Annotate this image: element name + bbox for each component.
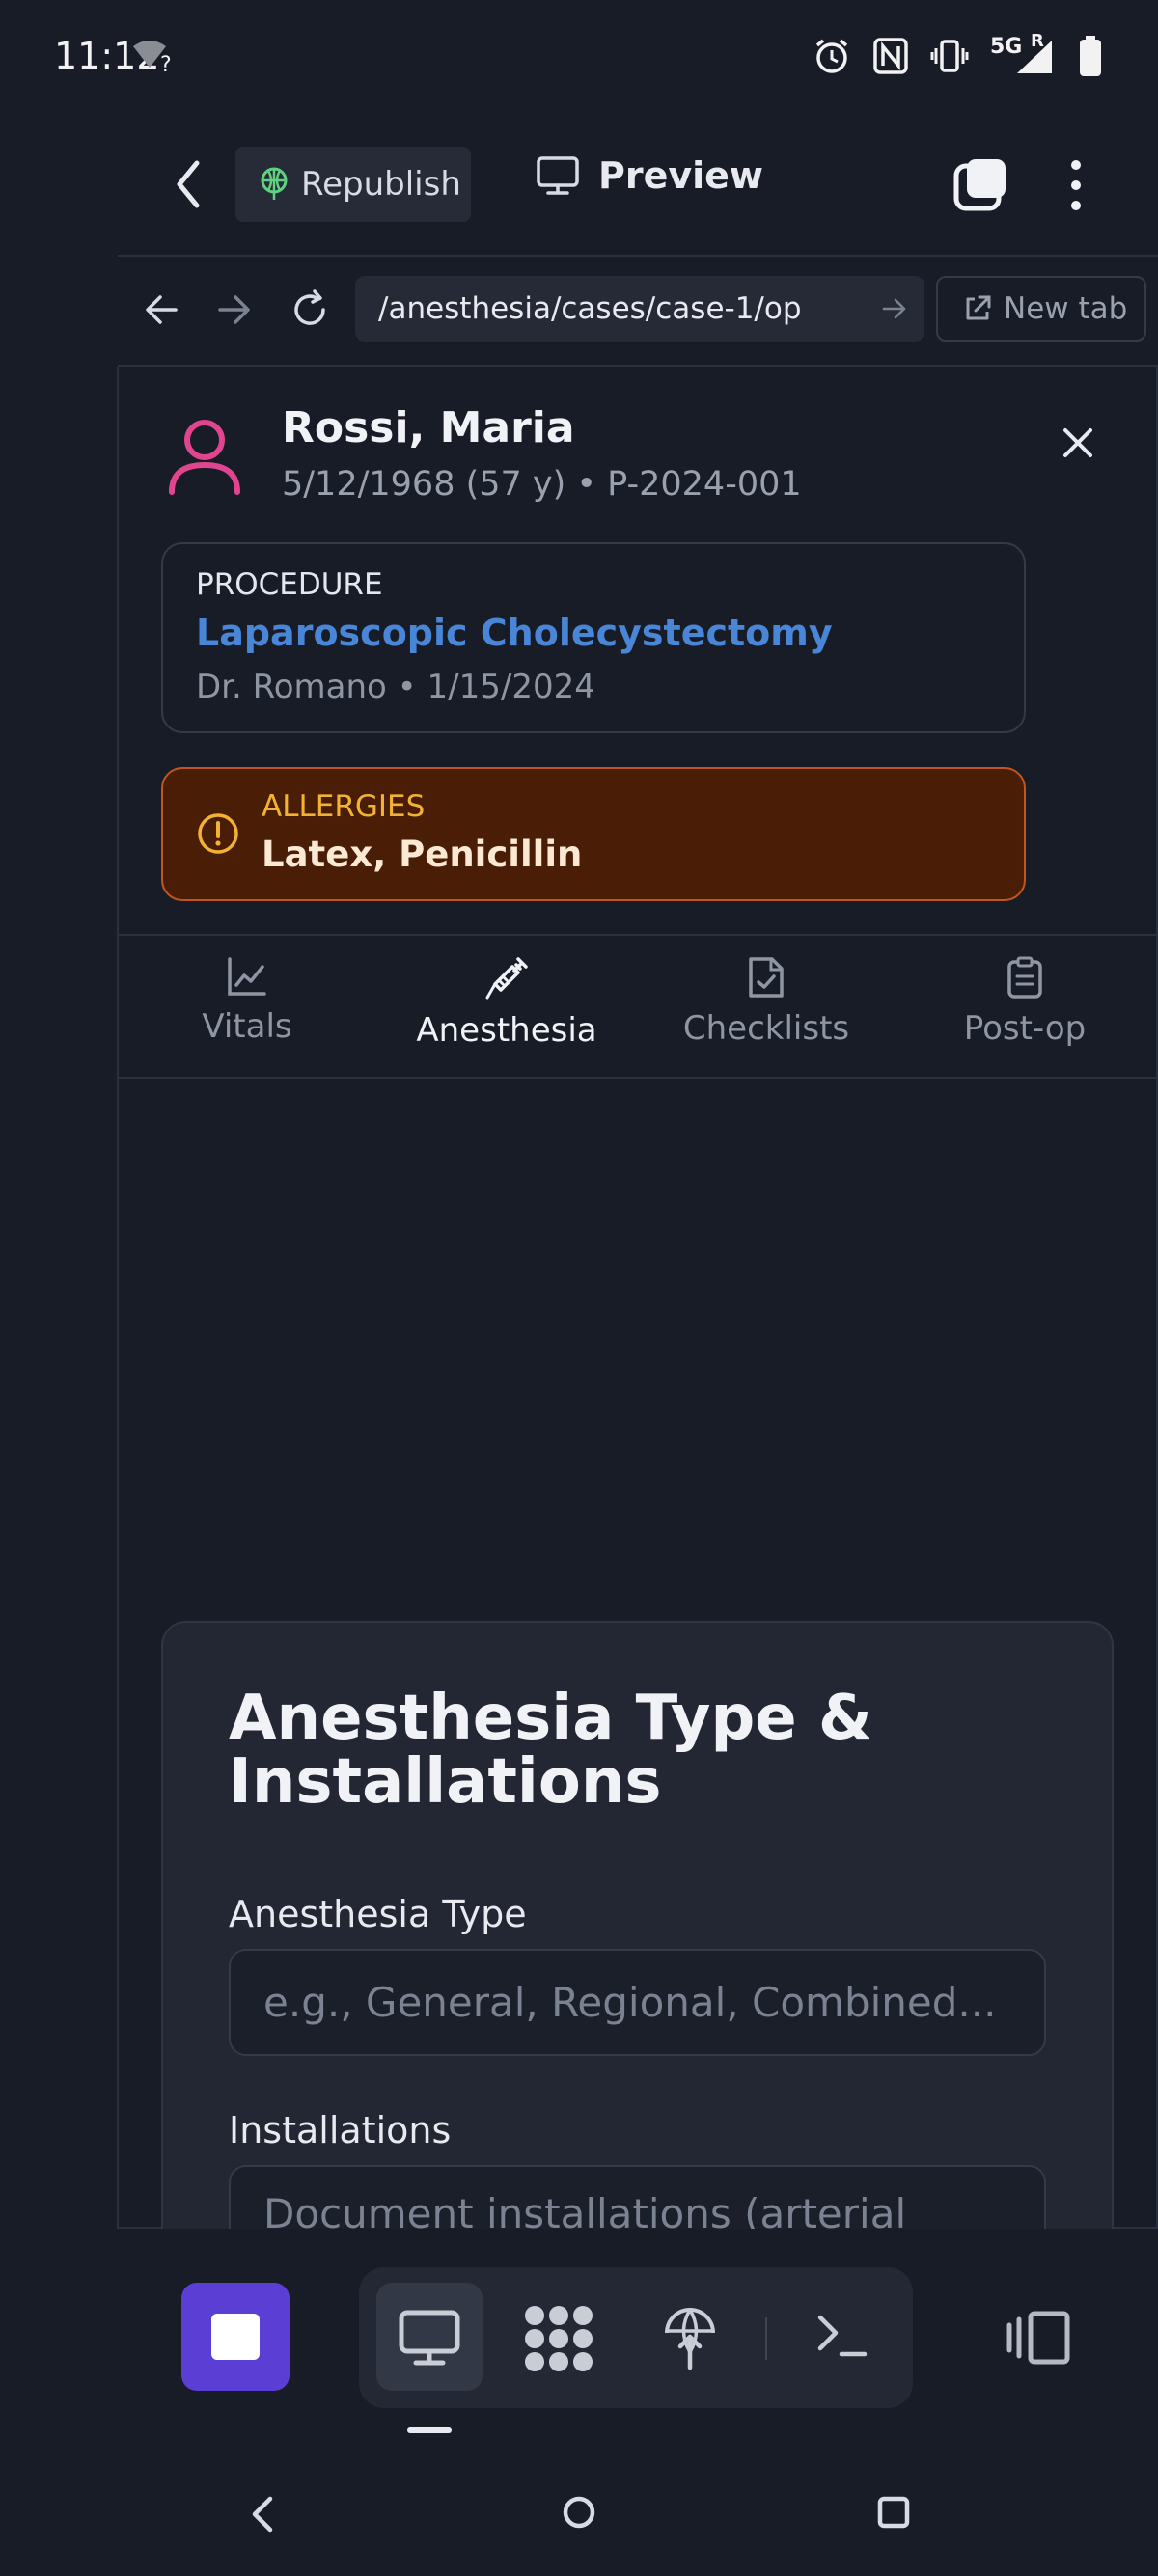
system-recents-icon[interactable] — [876, 2495, 911, 2530]
back-arrow-icon[interactable] — [174, 159, 203, 209]
split-view-icon[interactable] — [1006, 2310, 1071, 2366]
patient-meta: 5/12/1968 (57 y) • P-2024-001 — [282, 465, 802, 504]
signal-icon — [1015, 39, 1054, 75]
reload-icon[interactable] — [290, 289, 330, 330]
tab-vitals[interactable]: Vitals — [131, 955, 363, 1046]
chart-line-icon — [226, 955, 268, 998]
more-vert-icon[interactable] — [1069, 158, 1083, 212]
tab-label: Post-op — [963, 1009, 1087, 1048]
allergy-value: Latex, Penicillin — [262, 834, 583, 875]
stop-icon — [211, 2314, 260, 2360]
tabs-switch-icon[interactable] — [953, 156, 1011, 214]
home-indicator — [407, 2427, 452, 2433]
url-text: /anesthesia/cases/case-1/op — [378, 291, 802, 326]
preview-label: Preview — [598, 154, 764, 197]
republish-label: Republish — [301, 165, 461, 204]
svg-text:?: ? — [160, 53, 172, 73]
anesthesia-type-input[interactable]: e.g., General, Regional, Combined... — [229, 1949, 1046, 2056]
monitor-icon — [399, 2310, 460, 2366]
url-input[interactable]: /anesthesia/cases/case-1/op — [355, 276, 924, 342]
nav-forward-icon[interactable] — [218, 293, 251, 326]
tab-label: Anesthesia — [416, 1011, 597, 1050]
system-home-icon[interactable] — [562, 2495, 596, 2530]
tab-label: Checklists — [682, 1009, 850, 1048]
syringe-icon — [483, 955, 530, 1001]
patient-name: Rossi, Maria — [282, 403, 575, 452]
globe-icon — [259, 167, 290, 202]
user-avatar-icon — [166, 417, 243, 496]
republish-button[interactable]: Republish — [235, 147, 471, 222]
tab-label: Vitals — [202, 1007, 292, 1046]
procedure-title: PROCEDURE — [196, 567, 383, 602]
tab-post-op[interactable]: Post-op — [909, 955, 1141, 1048]
wifi-icon: ? — [131, 39, 176, 73]
terminal-icon[interactable] — [816, 2312, 868, 2360]
battery-icon — [1079, 35, 1102, 77]
toolbar-divider — [765, 2317, 767, 2360]
external-link-icon — [963, 294, 992, 323]
new-tab-label: New tab — [1004, 291, 1128, 326]
anesthesia-type-placeholder: e.g., General, Regional, Combined... — [263, 1979, 997, 2026]
form-title: Anesthesia Type & Installations — [229, 1683, 872, 1818]
alert-circle-icon — [197, 812, 239, 855]
file-check-icon — [747, 955, 786, 1000]
tab-checklists[interactable]: Checklists — [650, 955, 882, 1048]
allergy-title: ALLERGIES — [262, 789, 426, 824]
procedure-meta: Dr. Romano • 1/15/2024 — [196, 668, 595, 706]
procedure-name: Laparoscopic Cholecystectomy — [196, 612, 833, 654]
monitor-icon — [537, 156, 579, 195]
tab-anesthesia[interactable]: Anesthesia — [391, 955, 622, 1050]
alarm-icon — [813, 37, 851, 75]
installations-label: Installations — [229, 2109, 452, 2151]
close-icon[interactable] — [1062, 426, 1094, 459]
system-back-icon[interactable] — [247, 2495, 276, 2534]
nav-back-icon[interactable] — [145, 293, 178, 326]
nfc-icon — [872, 37, 909, 75]
grid-dots-icon[interactable] — [523, 2304, 594, 2373]
new-tab-button[interactable]: New tab — [936, 276, 1146, 342]
preview-button[interactable]: Preview — [537, 154, 763, 197]
vibrate-icon — [930, 37, 969, 75]
clipboard-icon — [1006, 955, 1044, 1000]
anesthesia-type-label: Anesthesia Type — [229, 1893, 527, 1935]
deploy-globe-icon[interactable] — [662, 2304, 718, 2371]
arrow-right-icon[interactable] — [882, 297, 907, 320]
